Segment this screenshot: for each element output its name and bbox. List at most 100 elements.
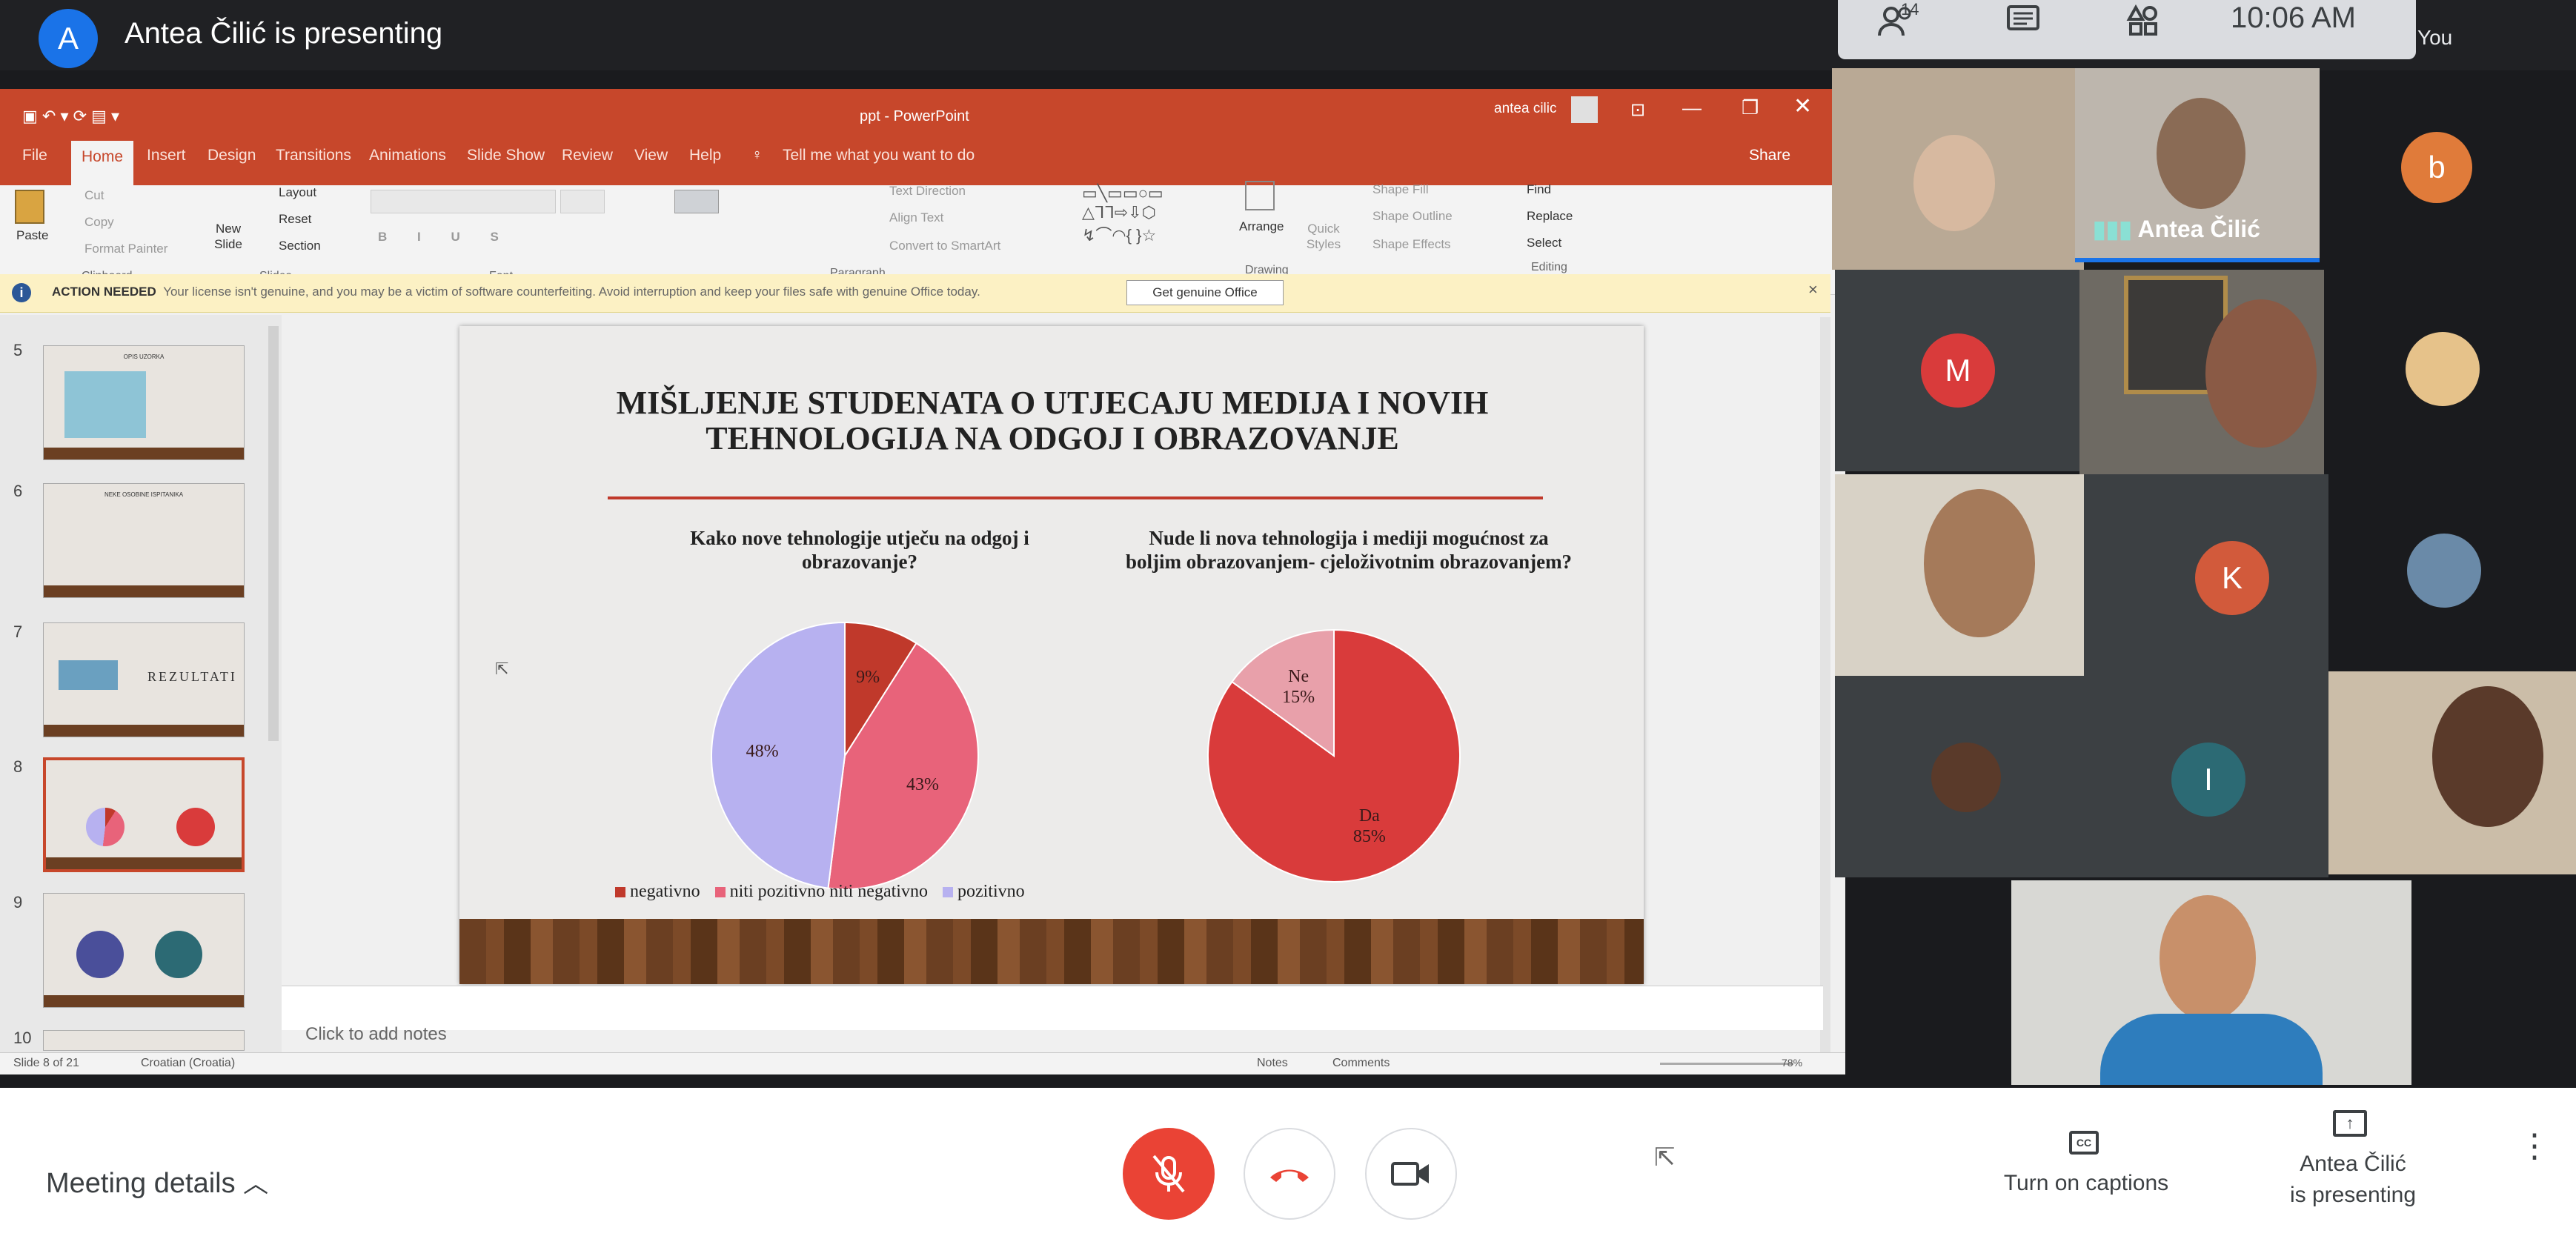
thumbnail-title: REZULTATI xyxy=(147,669,237,684)
chart-1-legend: negativno niti pozitivno niti negativno … xyxy=(615,882,1025,902)
notes-button[interactable]: Notes xyxy=(1257,1057,1288,1070)
participant-tile[interactable]: I xyxy=(2084,676,2328,877)
quick-access-toolbar[interactable]: ▣ ↶ ▾ ⟳ ▤ ▾ xyxy=(22,107,119,126)
font-format-buttons[interactable]: B I U S xyxy=(378,230,512,245)
zoom-slider[interactable] xyxy=(1660,1063,1793,1065)
participant-video[interactable] xyxy=(2011,880,2411,1085)
slide-thumbnail-9[interactable] xyxy=(43,893,245,1008)
tab-animations[interactable]: Animations xyxy=(369,147,446,165)
pie-chart-2: Da85% Ne 15% xyxy=(1207,628,1461,883)
find-button[interactable]: Find xyxy=(1527,182,1551,197)
tell-me-search[interactable]: Tell me what you want to do xyxy=(783,147,975,165)
cut-button[interactable]: Cut xyxy=(84,188,104,203)
presenting-button-line2[interactable]: is presenting xyxy=(2245,1183,2460,1208)
convert-smartart-button[interactable]: Convert to SmartArt xyxy=(889,239,1000,253)
new-slide-button[interactable]: New Slide xyxy=(208,221,249,252)
leave-call-button[interactable] xyxy=(1244,1128,1335,1220)
tab-design[interactable]: Design xyxy=(208,147,256,165)
participant-video[interactable] xyxy=(2328,671,2576,874)
tab-home[interactable]: Home xyxy=(71,141,134,185)
arrange-button[interactable]: Arrange xyxy=(1239,219,1284,234)
restore-icon[interactable]: ❐ xyxy=(1742,96,1759,119)
tab-transitions[interactable]: Transitions xyxy=(276,147,351,165)
thumb-number: 5 xyxy=(13,341,23,359)
quick-styles-button[interactable]: Quick Styles xyxy=(1301,221,1346,252)
minimize-icon[interactable]: — xyxy=(1682,96,1702,119)
pie-chart-1: 9% 43% 48% xyxy=(711,621,979,890)
participant-face xyxy=(1924,489,2035,637)
ribbon-display-icon[interactable]: ⊡ xyxy=(1630,99,1645,121)
notes-pane[interactable] xyxy=(282,986,1823,1030)
shape-effects-button[interactable]: Shape Effects xyxy=(1372,237,1451,252)
text-direction-button[interactable]: Text Direction xyxy=(889,184,966,199)
warning-close-icon[interactable]: × xyxy=(1808,280,1818,299)
slide-thumbnail-5[interactable]: OPIS UZORKA xyxy=(43,345,245,460)
replace-button[interactable]: Replace xyxy=(1527,209,1573,224)
reset-button[interactable]: Reset xyxy=(279,212,311,227)
bullets-button[interactable] xyxy=(674,190,719,213)
tab-insert[interactable]: Insert xyxy=(147,147,186,165)
tab-view[interactable]: View xyxy=(634,147,668,165)
section-button[interactable]: Section xyxy=(279,239,321,253)
language-indicator[interactable]: Croatian (Croatia) xyxy=(141,1057,235,1070)
tab-help[interactable]: Help xyxy=(689,147,721,165)
paste-icon[interactable] xyxy=(15,190,44,224)
camera-button[interactable] xyxy=(1365,1128,1457,1220)
present-screen-icon[interactable]: ↑ xyxy=(2333,1110,2367,1137)
participant-tile[interactable]: M xyxy=(1835,270,2079,471)
participant-photo-avatar[interactable] xyxy=(2407,534,2481,608)
captions-icon[interactable]: CC xyxy=(2069,1131,2099,1155)
participant-video[interactable] xyxy=(2079,270,2324,477)
shape-outline-button[interactable]: Shape Outline xyxy=(1372,209,1453,224)
pie-data-label: 43% xyxy=(906,775,939,794)
meeting-details-label: Meeting details xyxy=(46,1168,236,1199)
title-underline xyxy=(608,496,1543,499)
tab-slide-show[interactable]: Slide Show xyxy=(467,147,545,165)
layout-button[interactable]: Layout xyxy=(279,185,316,200)
thumbnails-scrollbar[interactable] xyxy=(268,326,279,741)
clock: 10:06 AM xyxy=(2231,1,2357,34)
more-options-icon[interactable]: ⋮ xyxy=(2518,1130,2551,1163)
shape-fill-button[interactable]: Shape Fill xyxy=(1372,182,1429,197)
close-icon[interactable]: ✕ xyxy=(1793,93,1812,119)
paste-button[interactable]: Paste xyxy=(16,228,48,243)
select-button[interactable]: Select xyxy=(1527,236,1561,250)
tab-review[interactable]: Review xyxy=(562,147,613,165)
speaker-name: ▮▮▮ Antea Čilić xyxy=(2093,215,2260,243)
copy-button[interactable]: Copy xyxy=(84,215,114,230)
meeting-details-button[interactable]: Meeting details ︿ xyxy=(46,1163,268,1200)
thumb-number: 10 xyxy=(13,1029,32,1047)
user-avatar[interactable] xyxy=(1571,96,1598,123)
slide-thumbnail-10[interactable] xyxy=(43,1030,245,1051)
get-genuine-office-button[interactable]: Get genuine Office xyxy=(1126,280,1284,305)
captions-button[interactable]: Turn on captions xyxy=(1971,1171,2201,1196)
presenting-button-line1[interactable]: Antea Čilić xyxy=(2245,1152,2460,1177)
format-painter-button[interactable]: Format Painter xyxy=(84,242,167,256)
chat-icon[interactable] xyxy=(2001,0,2045,41)
participant-photo-avatar[interactable] xyxy=(2406,332,2480,406)
participant-tile[interactable] xyxy=(1835,676,2084,877)
shapes-gallery[interactable]: ▭╲▭▭○▭ △ᒣᒣ⇨⇩⬡ ↯⌒◠{ }☆ xyxy=(1082,184,1163,246)
font-size-box[interactable] xyxy=(560,190,605,213)
activities-icon[interactable] xyxy=(2121,0,2165,41)
participant-video-active[interactable]: ▮▮▮ Antea Čilić xyxy=(2075,68,2320,262)
participant-video[interactable] xyxy=(1835,474,2084,676)
notes-placeholder[interactable]: Click to add notes xyxy=(305,1024,447,1045)
ppt-window-title: ppt - PowerPoint xyxy=(860,108,969,124)
slide-thumbnail-8-selected[interactable] xyxy=(43,757,245,872)
font-name-box[interactable] xyxy=(371,190,556,213)
mic-off-button[interactable] xyxy=(1123,1128,1215,1220)
align-text-button[interactable]: Align Text xyxy=(889,210,943,225)
slide-thumbnail-6[interactable]: NEKE OSOBINE ISPITANIKA xyxy=(43,483,245,598)
participant-video[interactable] xyxy=(1832,68,2084,270)
arrange-icon[interactable] xyxy=(1245,181,1275,210)
share-button[interactable]: Share xyxy=(1749,147,1790,165)
participant-tile[interactable]: K xyxy=(2084,474,2328,676)
participant-face xyxy=(2432,686,2543,827)
tab-file[interactable]: File xyxy=(22,147,47,165)
slide-thumbnail-7[interactable]: REZULTATI xyxy=(43,622,245,737)
zoom-level[interactable]: 78% xyxy=(1782,1057,1802,1069)
slide-scrollbar[interactable] xyxy=(1820,317,1830,1058)
comments-button[interactable]: Comments xyxy=(1332,1057,1390,1070)
participant-avatar-b[interactable]: b xyxy=(2401,132,2472,203)
